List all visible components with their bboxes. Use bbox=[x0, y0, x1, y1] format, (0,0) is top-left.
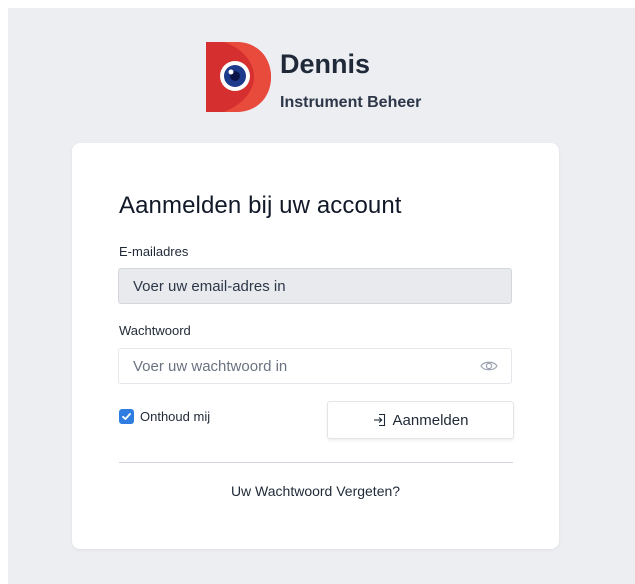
brand-subtitle: Instrument Beheer bbox=[280, 94, 422, 111]
password-input[interactable] bbox=[118, 348, 512, 384]
login-button[interactable]: Aanmelden bbox=[327, 401, 514, 439]
forgot-password-link[interactable]: Uw Wachtwoord Vergeten? bbox=[72, 483, 559, 499]
brand-header: Dennis Instrument Beheer bbox=[204, 42, 421, 114]
brand-text: Dennis Instrument Beheer bbox=[280, 42, 421, 112]
dennis-logo-icon bbox=[204, 42, 272, 112]
email-input[interactable] bbox=[118, 268, 512, 304]
remember-me-label: Onthoud mij bbox=[140, 409, 211, 424]
eye-icon[interactable] bbox=[480, 359, 498, 373]
remember-me-checkbox[interactable]: Onthoud mij bbox=[119, 409, 210, 424]
brand-name: Dennis bbox=[280, 49, 371, 79]
email-label: E-mailadres bbox=[119, 244, 189, 259]
login-button-label: Aanmelden bbox=[392, 411, 469, 429]
login-card: Aanmelden bij uw account E-mailadres Wac… bbox=[72, 143, 559, 549]
divider bbox=[119, 462, 513, 463]
login-icon bbox=[373, 413, 387, 427]
password-label: Wachtwoord bbox=[119, 323, 191, 338]
checkmark-icon[interactable] bbox=[119, 409, 134, 424]
page-title: Aanmelden bij uw account bbox=[119, 192, 402, 219]
